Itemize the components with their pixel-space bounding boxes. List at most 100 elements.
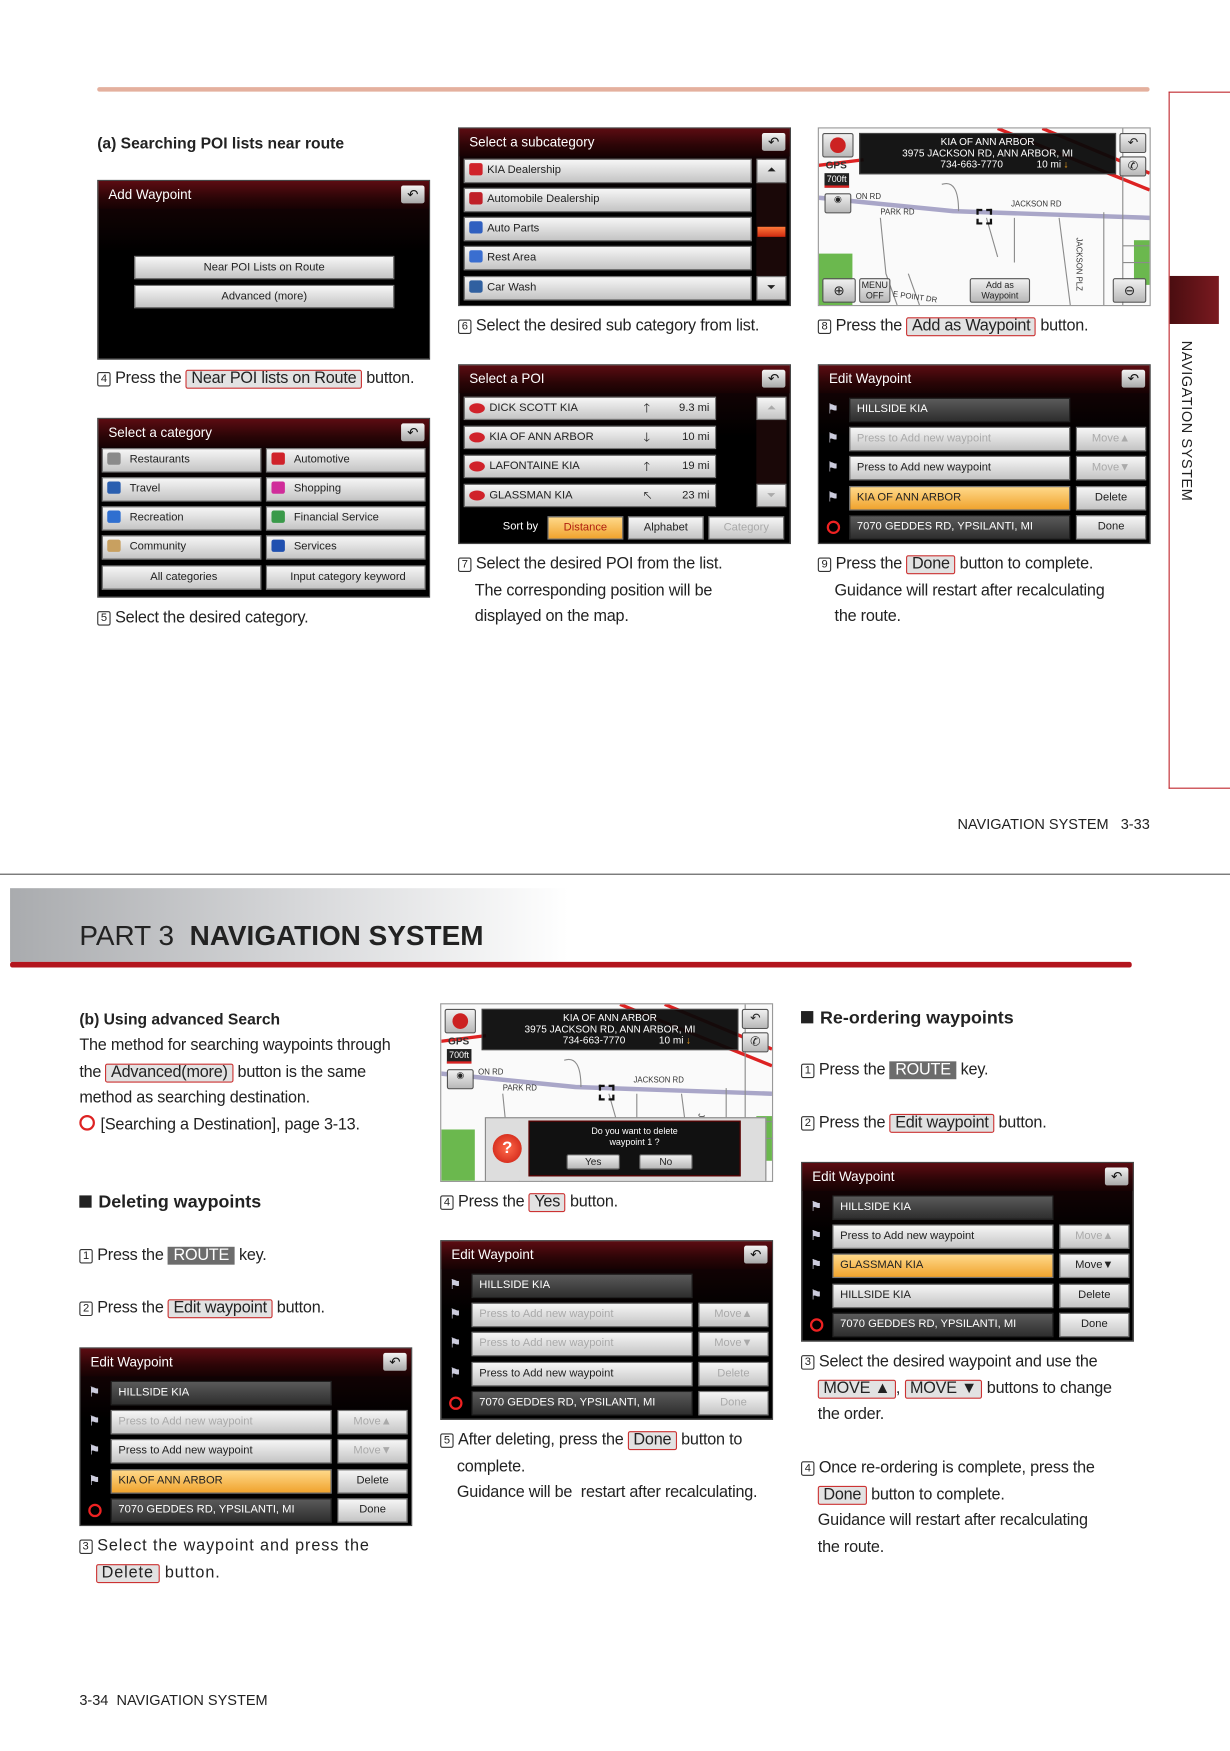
zoom-out-button[interactable]: ⊖	[1112, 278, 1147, 303]
no-button[interactable]: No	[639, 1154, 693, 1170]
compass-icon	[452, 1013, 469, 1029]
waypoint-action-done-button[interactable]: Done	[1075, 515, 1147, 540]
subcategory-item[interactable]: KIA Dealership	[463, 158, 752, 184]
waypoint-row[interactable]: Press to Add new waypoint	[110, 1438, 332, 1464]
caption-text: button is the same	[233, 1063, 367, 1081]
waypoint-row[interactable]: 7070 GEDDES RD, YPSILANTI, MI	[471, 1390, 693, 1416]
poi-row[interactable]: LAFONTAINE KIA 🡑 19 mi	[463, 454, 717, 479]
scroll-down-button[interactable]: ⏷	[756, 483, 787, 508]
category-button[interactable]: All categories	[101, 565, 262, 590]
back-button[interactable]: ↶	[761, 369, 786, 388]
step-number: 5	[97, 611, 111, 626]
subcategory-item[interactable]: Car Wash	[463, 275, 752, 301]
voice-button[interactable]: ◉	[446, 1069, 474, 1090]
caption-text: button.	[1036, 317, 1089, 336]
category-button[interactable]: Community	[101, 535, 262, 560]
category-button[interactable]: Recreation	[101, 506, 262, 531]
waypoint-row[interactable]: HILLSIDE KIA	[832, 1283, 1054, 1309]
waypoint-row[interactable]: HILLSIDE KIA	[849, 397, 1071, 423]
voice-button[interactable]: ◉	[824, 193, 852, 214]
sort-option-alphabet[interactable]: Alphabet	[627, 516, 704, 540]
waypoint-row[interactable]: 7070 GEDDES RD, YPSILANTI, MI	[849, 515, 1071, 540]
waypoint-action-delete-button[interactable]: Delete	[1059, 1283, 1130, 1309]
yes-button[interactable]: Yes	[566, 1154, 621, 1170]
reorder-step-2: 2 Press the Edit waypoint button.	[801, 1110, 1047, 1136]
waypoint-row[interactable]: KIA OF ANN ARBOR	[849, 485, 1071, 511]
waypoint-row[interactable]: HILLSIDE KIA	[110, 1380, 332, 1406]
category-button[interactable]: Automotive	[265, 447, 426, 473]
subcategory-item[interactable]: Automobile Dealership	[463, 187, 752, 213]
category-button[interactable]: Travel	[101, 477, 262, 502]
waypoint-row[interactable]: 7070 GEDDES RD, YPSILANTI, MI	[832, 1312, 1054, 1338]
back-button[interactable]: ↶	[744, 1245, 768, 1264]
waypoint-row[interactable]: Press to Add new waypoint	[110, 1409, 332, 1435]
waypoint-action-move-button[interactable]: Move▲	[1059, 1224, 1130, 1250]
waypoint-action-move-button[interactable]: Move▲	[698, 1302, 769, 1328]
waypoint-action-move-button[interactable]: Move▼	[1075, 455, 1147, 481]
delete-step-5: 5 After deleting, press the Done button t…	[440, 1428, 758, 1507]
back-button[interactable]: ↶	[401, 185, 425, 204]
waypoint-row[interactable]: Press to Add new waypoint	[471, 1361, 693, 1387]
caption-line: the Advanced(more) button is the same	[79, 1060, 390, 1086]
compass-button[interactable]	[822, 132, 854, 158]
page-footer-3-34: 3-34 NAVIGATION SYSTEM	[79, 1691, 268, 1709]
waypoint-action-move-button[interactable]: Move▲	[337, 1409, 408, 1435]
menu-button[interactable]: Near POI Lists on Route	[134, 255, 395, 280]
waypoint-action-move-button[interactable]: Move▲	[1075, 426, 1147, 452]
subcategory-item[interactable]: Rest Area	[463, 245, 752, 271]
sort-option-distance[interactable]: Distance	[547, 516, 624, 540]
back-button[interactable]: ↶	[1119, 132, 1147, 154]
scrollbar-thumb[interactable]	[757, 226, 786, 237]
category-button[interactable]: Input category keyword	[265, 565, 426, 590]
subcategory-item[interactable]: Auto Parts	[463, 216, 752, 242]
waypoint-action-delete-button[interactable]: Delete	[1075, 485, 1147, 511]
poi-row[interactable]: KIA OF ANN ARBOR 🡓 10 mi	[463, 425, 717, 450]
waypoint-row[interactable]: Press to Add new waypoint	[471, 1302, 693, 1328]
menu-off-button[interactable]: MENU OFF	[859, 278, 891, 303]
phone-button[interactable]: ✆	[1119, 156, 1147, 177]
compass-button[interactable]	[444, 1008, 476, 1034]
waypoint-row[interactable]: GLASSMAN KIA	[832, 1253, 1054, 1279]
back-button[interactable]: ↶	[761, 132, 786, 151]
poi-row[interactable]: GLASSMAN KIA 🡔 23 mi	[463, 483, 717, 508]
waypoint-action-done-button[interactable]: Done	[698, 1390, 769, 1416]
scroll-up-button[interactable]: ⏶	[756, 396, 787, 421]
zoom-in-button[interactable]: ⊕	[822, 278, 856, 303]
category-button[interactable]: Shopping	[265, 477, 426, 502]
waypoint-action-delete-button[interactable]: Delete	[337, 1469, 408, 1494]
category-button[interactable]: Financial Service	[265, 506, 426, 531]
waypoint-row[interactable]: Press to Add new waypoint	[832, 1224, 1054, 1250]
menu-button[interactable]: Advanced (more)	[134, 284, 395, 309]
waypoint-row[interactable]: 7070 GEDDES RD, YPSILANTI, MI	[110, 1498, 332, 1523]
back-button[interactable]: ↶	[383, 1352, 407, 1371]
waypoint-row[interactable]: Press to Add new waypoint	[471, 1331, 693, 1357]
sort-option-category[interactable]: Category	[708, 516, 785, 540]
waypoint-row[interactable]: HILLSIDE KIA	[471, 1273, 693, 1299]
waypoint-action-move-button[interactable]: Move▼	[698, 1331, 769, 1357]
add-as-waypoint-button[interactable]: Add as Waypoint	[969, 278, 1031, 303]
waypoint-action-delete-button[interactable]: Delete	[698, 1361, 769, 1387]
category-button[interactable]: Restaurants	[101, 447, 262, 473]
back-button[interactable]: ↶	[741, 1008, 769, 1029]
waypoint-action-done-button[interactable]: Done	[1059, 1312, 1130, 1338]
back-button[interactable]: ↶	[1104, 1167, 1129, 1186]
subcategory-label: KIA Dealership	[487, 164, 562, 177]
subcategory-label: Automobile Dealership	[487, 193, 600, 206]
poi-row[interactable]: DICK SCOTT KIA 🡑 9.3 mi	[463, 396, 717, 421]
scroll-down-button[interactable]: ⏷	[756, 275, 787, 301]
waypoint-flag-icon: ⚑	[88, 1442, 101, 1458]
waypoint-action-done-button[interactable]: Done	[337, 1498, 408, 1523]
waypoint-row[interactable]: KIA OF ANN ARBOR	[110, 1469, 332, 1494]
phone-button[interactable]: ✆	[741, 1032, 769, 1053]
waypoint-row[interactable]: Press to Add new waypoint	[849, 426, 1071, 452]
caption-text: Press the	[97, 1299, 168, 1318]
waypoint-action-move-button[interactable]: Move▼	[1059, 1253, 1130, 1279]
back-button[interactable]: ↶	[1121, 369, 1146, 388]
scroll-up-button[interactable]: ⏶	[756, 158, 787, 184]
waypoint-action-move-button[interactable]: Move▼	[337, 1438, 408, 1464]
waypoint-row[interactable]: Press to Add new waypoint	[849, 455, 1071, 481]
waypoint-row[interactable]: HILLSIDE KIA	[832, 1195, 1054, 1220]
category-button[interactable]: Services	[265, 535, 426, 560]
back-button[interactable]: ↶	[401, 423, 425, 442]
community-icon	[107, 539, 121, 552]
